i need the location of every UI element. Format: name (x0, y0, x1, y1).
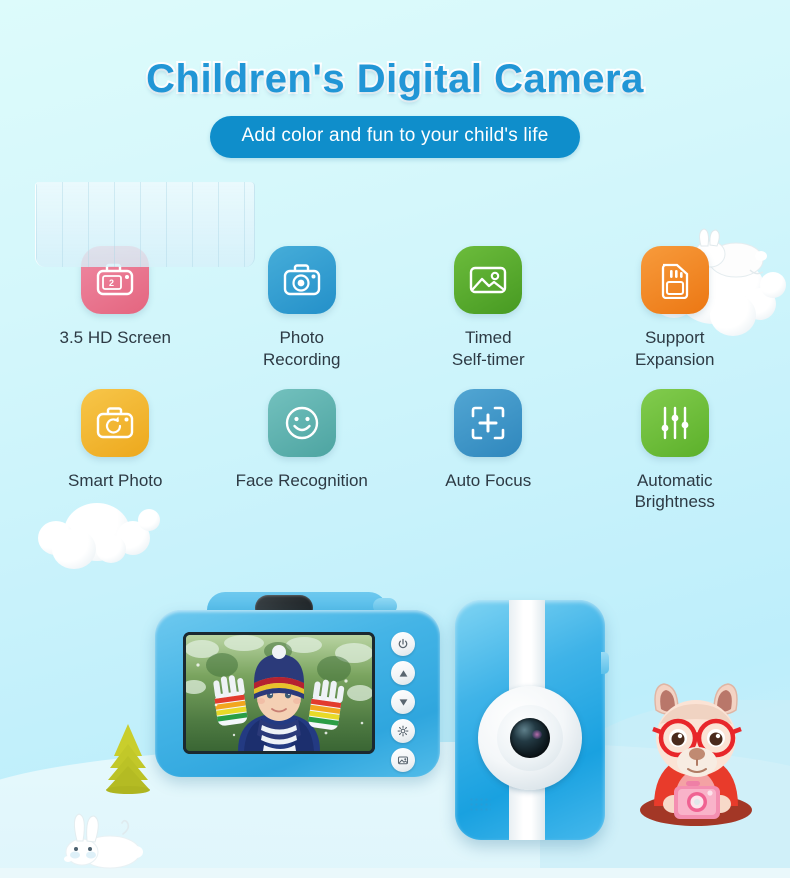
camera-refresh-icon (97, 406, 134, 438)
banner-header: Children's Digital Camera Add color and … (0, 55, 790, 158)
feature-face-recognition[interactable]: Face Recognition (209, 388, 396, 514)
feature-label: Auto Focus (445, 470, 532, 490)
settings-button[interactable] (391, 719, 415, 743)
camera-lens-inner-ring (497, 705, 563, 771)
camera-screen (183, 632, 375, 754)
camera-screen-icon: 2 (97, 263, 134, 296)
camera-lens-ring (478, 686, 582, 790)
sliders-icon (661, 406, 689, 439)
bottom-strip-tint (0, 868, 790, 878)
feature-support-expansion[interactable]: Support Expansion (582, 246, 769, 371)
image-picture-icon (470, 266, 507, 294)
feature-smart-photo[interactable]: Smart Photo (22, 388, 209, 514)
camera-side-button[interactable] (601, 652, 609, 674)
feature-tile-smart-photo (81, 388, 150, 457)
feature-tile-support-expansion (640, 246, 709, 314)
feature-label: Automatic Brightness (634, 470, 715, 512)
feature-tile-face-recognition (267, 388, 336, 457)
triangle-up-icon (399, 669, 407, 677)
camera-front-view[interactable] (455, 600, 609, 850)
subtitle-badge: Add color and fun to your child's life (209, 116, 581, 158)
camera-speaker-grille (469, 797, 491, 813)
svg-text:2: 2 (109, 278, 114, 288)
feature-label: Face Recognition (235, 470, 368, 490)
product-banner: Children's Digital Camera Add color and … (0, 0, 790, 894)
camera-lens (510, 718, 550, 758)
gear-icon (397, 725, 409, 737)
feature-grid: 2 3.5 HD Screen Photo Recording Timed Se… (22, 246, 768, 513)
feature-tile-timed-self-timer (454, 246, 523, 314)
up-button[interactable] (391, 661, 415, 685)
screen-photo (186, 635, 372, 751)
feature-label: Smart Photo (68, 470, 163, 490)
feature-timed-self-timer[interactable]: Timed Self-timer (395, 246, 582, 371)
camera-icon (283, 264, 320, 296)
down-button[interactable] (391, 690, 415, 714)
smiley-face-icon (285, 406, 318, 439)
power-button[interactable] (391, 632, 415, 656)
gallery-button[interactable] (391, 748, 415, 772)
feature-automatic-brightness[interactable]: Automatic Brightness (582, 388, 769, 514)
camera-back-view[interactable] (155, 592, 440, 777)
feature-label: Photo Recording (263, 328, 341, 369)
camera-display-stand (35, 182, 255, 267)
feature-auto-focus[interactable]: Auto Focus (395, 388, 582, 514)
pine-tree-icon (98, 722, 158, 799)
feature-tile-auto-focus (454, 388, 523, 457)
feature-tile-automatic-brightness (640, 388, 709, 457)
page-title: Children's Digital Camera (144, 55, 645, 103)
bottom-strip-white (0, 878, 790, 894)
camera-button-column (391, 632, 415, 772)
photo-icon (397, 756, 409, 765)
focus-frame-icon (471, 406, 505, 439)
feature-label: 3.5 HD Screen (59, 328, 172, 347)
sd-card-icon (661, 263, 688, 299)
triangle-down-icon (399, 698, 407, 706)
bulldog-with-camera-icon (630, 682, 762, 832)
power-icon (398, 638, 408, 649)
feature-label: Timed Self-timer (451, 328, 525, 369)
subtitle-container: Add color and fun to your child's life (0, 116, 790, 158)
feature-label: Support Expansion (635, 328, 715, 369)
feature-tile-photo-recording (267, 246, 336, 314)
